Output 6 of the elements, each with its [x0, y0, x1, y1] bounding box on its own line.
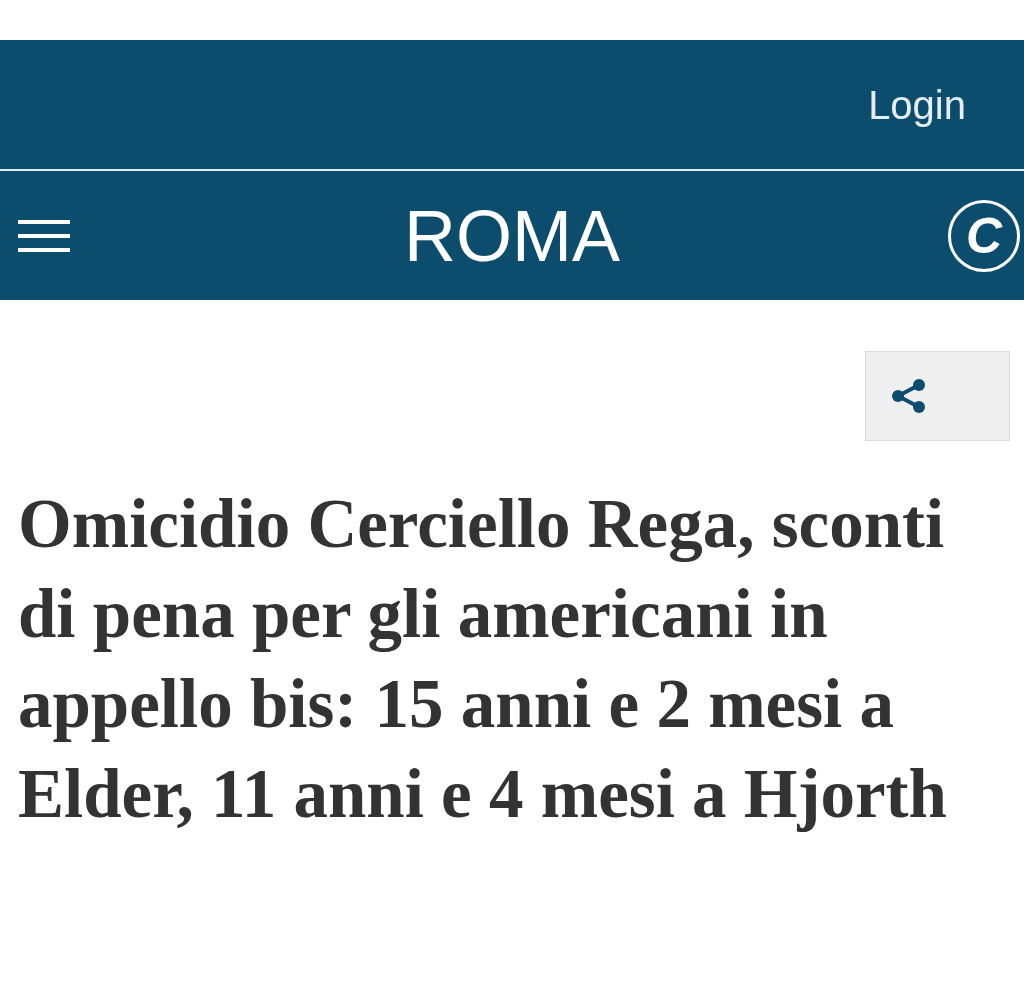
- login-link[interactable]: Login: [868, 80, 966, 129]
- logo[interactable]: C: [948, 199, 1020, 272]
- article-headline: Omicidio Cerciello Rega, sconti di pena per gli americani in appello bis: 15 anni e 2 mesi a Elder, 11 anni e 4 mesi a Hjorth: [18, 485, 948, 834]
- section-title: ROMA: [404, 195, 620, 276]
- share-button[interactable]: [865, 351, 1010, 441]
- menu-icon[interactable]: [18, 217, 70, 254]
